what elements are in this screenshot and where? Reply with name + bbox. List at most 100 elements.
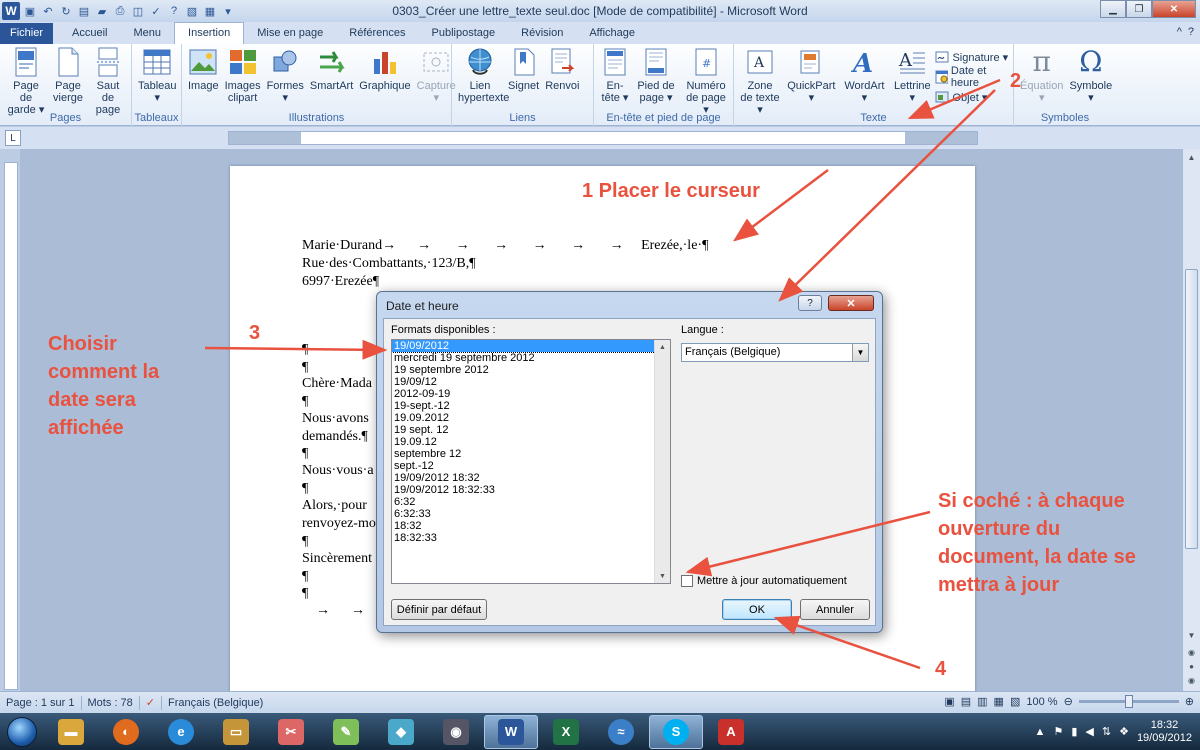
outline-view-icon[interactable]: ▦ — [994, 695, 1004, 708]
minimize-button[interactable]: ▁ — [1100, 0, 1126, 18]
scroll-down-icon[interactable]: ▼ — [1185, 629, 1198, 642]
dialog-help-button[interactable]: ? — [798, 295, 822, 311]
signature-button[interactable]: Signature ▾ — [935, 48, 1010, 66]
taskbar-word[interactable]: W — [484, 714, 538, 749]
document-line[interactable]: Rue·des·Combattants,·123/B,¶ — [302, 256, 476, 272]
tab-revision[interactable]: Révision — [508, 23, 576, 44]
flag-icon[interactable]: ⚑ — [1053, 725, 1063, 738]
object-button[interactable]: Objet ▾ — [935, 88, 1010, 106]
help-icon[interactable]: ? — [166, 3, 182, 19]
start-button[interactable] — [0, 714, 44, 750]
browse-object-icon[interactable]: ● — [1185, 660, 1198, 673]
date-time-button[interactable]: Date et heure — [935, 65, 1010, 89]
format-option[interactable]: 6:32:33 — [392, 508, 655, 520]
tab-accueil[interactable]: Accueil — [59, 23, 120, 44]
document-line[interactable]: Nous·vous·a — [302, 463, 374, 479]
customize-toolbar-icon[interactable]: ▾ — [220, 3, 236, 19]
draft-view-icon[interactable]: ▧ — [1010, 695, 1020, 708]
word-count[interactable]: Mots : 78 — [88, 697, 133, 709]
format-option[interactable]: 6:32 — [392, 496, 655, 508]
print-preview-icon[interactable]: ◫ — [130, 3, 146, 19]
clock[interactable]: 18:32 19/09/2012 — [1137, 719, 1192, 745]
print-icon[interactable]: ⎙ — [112, 3, 128, 19]
format-option[interactable]: 19/09/2012 18:32 — [392, 472, 655, 484]
format-option[interactable]: 2012-09-19 — [392, 388, 655, 400]
tab-publipostage[interactable]: Publipostage — [419, 23, 509, 44]
new-document-icon[interactable]: ▤ — [76, 3, 92, 19]
minimize-ribbon-icon[interactable]: ^ — [1177, 26, 1182, 38]
formats-listbox[interactable]: 19/09/2012 mercredi 19 septembre 2012 19 s… — [391, 339, 671, 584]
auto-update-checkbox[interactable]: Mettre à jour automatiquement — [681, 575, 847, 587]
taskbar-skype[interactable]: S — [649, 714, 703, 749]
format-option[interactable]: 18:32:33 — [392, 532, 655, 544]
save-icon[interactable]: ▣ — [22, 3, 38, 19]
picture-icon[interactable]: ▧ — [184, 3, 200, 19]
taskbar-explorer[interactable]: ▬ — [44, 715, 98, 749]
format-option[interactable]: sept.-12 — [392, 460, 655, 472]
zoom-slider[interactable] — [1078, 695, 1179, 708]
format-option[interactable]: 19 sept. 12 — [392, 424, 655, 436]
taskbar-app5[interactable]: ✂ — [264, 715, 318, 749]
taskbar-app7[interactable]: ◆ — [374, 715, 428, 749]
document-line[interactable]: ¶ — [302, 394, 308, 410]
proofing-icon[interactable]: ✓ — [146, 696, 155, 709]
document-line[interactable]: Alors,·pour — [302, 498, 367, 514]
list-scroll-up-icon[interactable]: ▲ — [655, 340, 670, 354]
document-line[interactable]: ¶ — [302, 342, 308, 358]
undo-icon[interactable]: ↶ — [40, 3, 56, 19]
checkbox-box[interactable] — [681, 575, 693, 587]
document-line[interactable]: Marie·Durand→ → → → → → → Erezée,·le·¶ — [302, 238, 708, 254]
document-line[interactable]: 6997·Erezée¶ — [302, 274, 379, 290]
horizontal-ruler[interactable] — [228, 131, 978, 145]
show-hidden-icons-icon[interactable]: ▲ — [1035, 726, 1046, 738]
document-line[interactable]: ¶ — [302, 569, 308, 585]
dropbox-icon[interactable]: ❖ — [1119, 725, 1129, 738]
web-layout-view-icon[interactable]: ▥ — [977, 695, 987, 708]
document-line[interactable]: ¶ — [302, 360, 308, 376]
tab-menu[interactable]: Menu — [120, 23, 174, 44]
format-option[interactable]: 19.09.12 — [392, 436, 655, 448]
print-layout-view-icon[interactable]: ▣ — [944, 695, 954, 708]
set-default-button[interactable]: Définir par défaut — [391, 599, 487, 620]
taskbar-excel[interactable]: X — [539, 715, 593, 749]
list-scroll-down-icon[interactable]: ▼ — [655, 569, 670, 583]
prev-page-icon[interactable]: ◉ — [1185, 646, 1198, 659]
document-line[interactable]: Chère·Mada — [302, 376, 372, 392]
tab-mise-en-page[interactable]: Mise en page — [244, 23, 336, 44]
document-line[interactable]: renvoyez-mo — [302, 516, 376, 532]
format-option[interactable]: 19-sept.-12 — [392, 400, 655, 412]
spelling-icon[interactable]: ✓ — [148, 3, 164, 19]
ok-button[interactable]: OK — [722, 599, 792, 620]
taskbar-app11[interactable]: ≈ — [594, 715, 648, 749]
format-option[interactable]: 19.09.2012 — [392, 412, 655, 424]
taskbar-app4[interactable]: ▭ — [209, 715, 263, 749]
document-line[interactable]: ¶ — [302, 534, 308, 550]
document-line[interactable]: ¶ — [302, 446, 308, 462]
format-option[interactable]: 19/09/12 — [392, 376, 655, 388]
page-count[interactable]: Page : 1 sur 1 — [0, 697, 75, 709]
language-select[interactable]: Français (Belgique) ▼ — [681, 343, 869, 362]
tab-selector[interactable]: L — [5, 130, 21, 146]
taskbar-app6[interactable]: ✎ — [319, 715, 373, 749]
format-option[interactable]: mercredi 19 septembre 2012 — [392, 352, 655, 364]
scroll-up-icon[interactable]: ▲ — [1185, 151, 1198, 164]
format-option[interactable]: 19/09/2012 18:32:33 — [392, 484, 655, 496]
document-line[interactable]: → → — [302, 603, 365, 619]
taskbar-firefox[interactable]: ◐ — [99, 715, 153, 749]
scroll-thumb[interactable] — [1185, 269, 1198, 549]
format-option[interactable]: 19/09/2012 — [392, 340, 656, 353]
zoom-out-icon[interactable]: ⊖ — [1064, 695, 1073, 708]
next-page-icon[interactable]: ◉ — [1185, 674, 1198, 687]
format-option[interactable]: 18:32 — [392, 520, 655, 532]
document-line[interactable]: ¶ — [302, 586, 308, 602]
word-app-icon[interactable]: W — [2, 2, 20, 20]
signal-icon[interactable]: ▮ — [1071, 725, 1077, 738]
language-indicator[interactable]: Français (Belgique) — [168, 697, 263, 709]
redo-icon[interactable]: ↻ — [58, 3, 74, 19]
chevron-down-icon[interactable]: ▼ — [852, 344, 868, 361]
vertical-scrollbar[interactable]: ▲ ▼ ◉ ● ◉ — [1182, 149, 1200, 691]
document-line[interactable]: demandés.¶ — [302, 429, 368, 445]
help-circle-icon[interactable]: ? — [1188, 26, 1194, 38]
format-option[interactable]: 19 septembre 2012 — [392, 364, 655, 376]
full-screen-view-icon[interactable]: ▤ — [961, 695, 971, 708]
